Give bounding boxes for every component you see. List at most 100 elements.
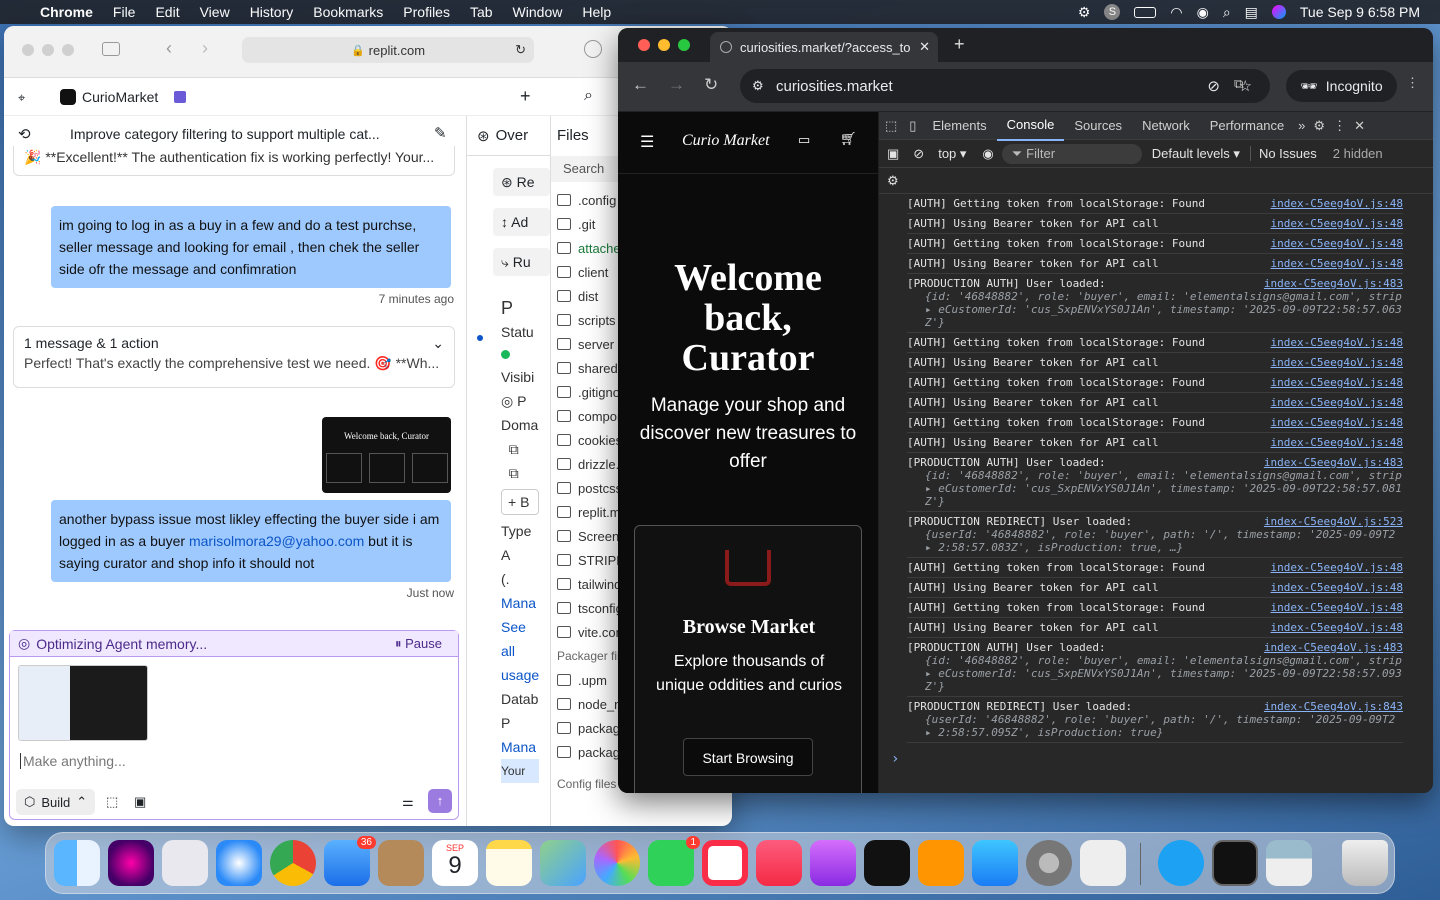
console-source-link[interactable]: index-C5eeg4oV.js:48 xyxy=(1271,561,1403,574)
mid-manage-link-2[interactable]: Mana xyxy=(501,735,539,759)
filter-input[interactable]: ⏷ Filter xyxy=(1001,143,1142,164)
news-icon[interactable] xyxy=(702,840,748,886)
tab-network[interactable]: Network xyxy=(1132,112,1200,140)
close-tab-icon[interactable]: ✕ xyxy=(919,39,930,55)
tab-sources[interactable]: Sources xyxy=(1064,112,1132,140)
mid-usage-link[interactable]: usage xyxy=(501,663,539,687)
email-link[interactable]: marisolmora29@yahoo.com xyxy=(189,533,364,549)
build-mode-button[interactable]: ⬡ Build ⌃ xyxy=(16,789,96,815)
console-source-link[interactable]: index-C5eeg4oV.js:48 xyxy=(1271,601,1403,614)
pause-button[interactable]: ⏸ Pause xyxy=(395,636,442,652)
console-source-link[interactable]: index-C5eeg4oV.js:48 xyxy=(1271,197,1403,210)
console-source-link[interactable]: index-C5eeg4oV.js:48 xyxy=(1271,376,1403,389)
skype-icon[interactable] xyxy=(1158,840,1204,886)
photos-icon[interactable] xyxy=(594,840,640,886)
menu-history[interactable]: History xyxy=(250,4,294,20)
menu-tab[interactable]: Tab xyxy=(470,4,493,20)
menu-profiles[interactable]: Profiles xyxy=(403,4,450,20)
menu-file[interactable]: File xyxy=(113,4,136,20)
calendar-icon[interactable]: SEP 9 xyxy=(432,840,478,886)
omnibox[interactable]: ⚙ curiosities.market ⊘ ☆ xyxy=(740,69,1270,103)
copy-icon-1[interactable]: ⧉ xyxy=(501,437,539,461)
back-icon[interactable]: ← xyxy=(632,75,649,95)
system-settings-icon[interactable] xyxy=(1026,840,1072,886)
console-source-link[interactable]: index-C5eeg4oV.js:483 xyxy=(1264,456,1403,469)
menu-bookmarks[interactable]: Bookmarks xyxy=(313,4,383,20)
search-panel-icon[interactable]: ⌕ xyxy=(584,87,593,105)
chevron-down-icon[interactable]: ⌄ xyxy=(432,335,444,352)
console-object-line[interactable]: {id: '46848882', role: 'buyer', email: '… xyxy=(907,654,1403,667)
inspect-icon[interactable]: ⬚ xyxy=(879,112,903,140)
console-source-link[interactable]: index-C5eeg4oV.js:523 xyxy=(1264,515,1403,528)
activity-monitor-icon[interactable] xyxy=(1080,840,1126,886)
terminal-icon[interactable] xyxy=(1212,840,1258,886)
message-icon[interactable]: ▭ xyxy=(798,132,810,148)
forward-icon[interactable]: → xyxy=(668,75,685,95)
mid-item-re[interactable]: ⊛ Re xyxy=(493,168,550,196)
zoom-window-button[interactable] xyxy=(678,39,690,51)
kebab-menu-icon[interactable]: ⋮ xyxy=(1406,75,1419,91)
notes-icon[interactable] xyxy=(486,840,532,886)
console-source-link[interactable]: index-C5eeg4oV.js:48 xyxy=(1271,237,1403,250)
console-source-link[interactable]: index-C5eeg4oV.js:483 xyxy=(1264,277,1403,290)
copy-icon-2[interactable]: ⧉ xyxy=(501,461,539,485)
skype-status-icon[interactable]: S xyxy=(1104,4,1121,20)
attached-screenshot[interactable] xyxy=(18,665,148,741)
devtools-menu-icon[interactable]: ⋮ xyxy=(1329,112,1350,140)
maps-icon[interactable] xyxy=(540,840,586,886)
console-object-line[interactable]: ▸ eCustomerId: 'cus_SxpENVxYS0J1An', tim… xyxy=(907,303,1403,316)
settings-icon[interactable]: ⚙ xyxy=(1309,112,1329,140)
address-bar[interactable]: 🔒 replit.com ↻ xyxy=(242,37,534,63)
console-source-link[interactable]: index-C5eeg4oV.js:48 xyxy=(1271,621,1403,634)
mail-icon[interactable]: 36 xyxy=(324,836,376,886)
console-source-link[interactable]: index-C5eeg4oV.js:48 xyxy=(1271,257,1403,270)
safari-icon[interactable] xyxy=(216,840,262,886)
music-icon[interactable] xyxy=(756,840,802,886)
console-source-link[interactable]: index-C5eeg4oV.js:483 xyxy=(1264,641,1403,654)
agent-action-card[interactable]: 1 message & 1 action Perfect! That's exa… xyxy=(13,326,455,388)
close-devtools-icon[interactable]: ✕ xyxy=(1350,112,1369,140)
battery-icon[interactable] xyxy=(1134,6,1157,18)
console-object-line[interactable]: {id: '46848882', role: 'buyer', email: '… xyxy=(907,469,1403,482)
screenshot-thumbnail[interactable]: Welcome back, Curator xyxy=(322,417,451,493)
menu-view[interactable]: View xyxy=(200,4,230,20)
gear-icon[interactable]: ⚙ xyxy=(1078,4,1091,21)
download-icon[interactable] xyxy=(584,40,602,58)
new-chat-icon[interactable]: ✎ xyxy=(434,124,447,142)
contacts-icon[interactable] xyxy=(378,840,424,886)
facetime-icon[interactable]: 1 xyxy=(648,836,700,886)
siri-icon[interactable] xyxy=(108,840,154,886)
select-element-icon[interactable]: ⬚ xyxy=(106,794,118,810)
zoom-window-button[interactable] xyxy=(62,44,74,56)
books-icon[interactable] xyxy=(918,840,964,886)
finder-icon[interactable] xyxy=(54,840,100,886)
levels-select[interactable]: Default levels ▾ xyxy=(1142,146,1250,162)
tab-performance[interactable]: Performance xyxy=(1200,112,1294,140)
minimize-window-button[interactable] xyxy=(658,39,670,51)
chrome-tab[interactable]: curiosities.market/?access_to ✕ xyxy=(710,32,938,62)
tab-console[interactable]: Console xyxy=(996,112,1065,141)
console-source-link[interactable]: index-C5eeg4oV.js:843 xyxy=(1264,700,1403,713)
console-prompt[interactable]: › xyxy=(891,751,1433,767)
tab-elements[interactable]: Elements xyxy=(922,112,996,140)
launchpad-icon[interactable] xyxy=(162,840,208,886)
wifi-icon[interactable]: ◠ xyxy=(1170,4,1182,21)
issues-count[interactable]: No Issues xyxy=(1249,146,1325,161)
console-source-link[interactable]: index-C5eeg4oV.js:48 xyxy=(1271,436,1403,449)
incognito-chip[interactable]: 🕶 Incognito xyxy=(1286,70,1397,102)
console-object-line[interactable]: ▸ 2:58:57.083Z', isProduction: true, …} xyxy=(907,541,1403,554)
control-center-icon[interactable]: ▤ xyxy=(1245,4,1258,21)
mid-manage-link[interactable]: Mana xyxy=(501,591,539,615)
console-object-line[interactable]: {id: '46848882', role: 'buyer', email: '… xyxy=(907,290,1403,303)
mid-item-ad[interactable]: ↕ Ad xyxy=(493,208,550,236)
forward-icon[interactable]: › xyxy=(202,38,208,59)
menu-edit[interactable]: Edit xyxy=(155,4,179,20)
start-browsing-button[interactable]: Start Browsing xyxy=(683,738,813,776)
console-source-link[interactable]: index-C5eeg4oV.js:48 xyxy=(1271,396,1403,409)
close-window-button[interactable] xyxy=(638,39,650,51)
site-logo[interactable]: Curio Market xyxy=(682,132,770,150)
menu-clock[interactable]: Tue Sep 9 6:58 PM xyxy=(1300,4,1420,20)
cast-icon[interactable]: ⧉ xyxy=(1234,76,1243,92)
console-object-line[interactable]: {userId: '46848882', role: 'buyer', path… xyxy=(907,713,1403,726)
menu-window[interactable]: Window xyxy=(513,4,563,20)
